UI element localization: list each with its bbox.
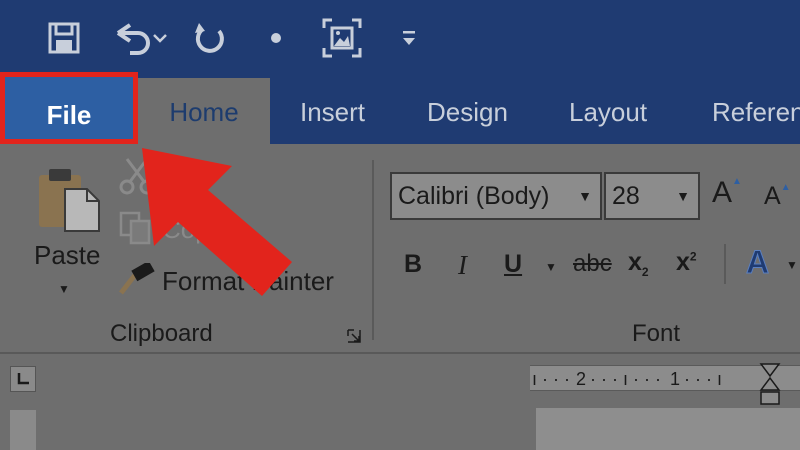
vertical-ruler[interactable]	[10, 410, 36, 450]
indent-marker-icon[interactable]	[758, 362, 782, 408]
subscript-mark: 2	[641, 265, 649, 279]
ruler-label: 1	[670, 369, 681, 389]
dialog-launcher-icon[interactable]	[344, 326, 364, 346]
subscript-button[interactable]: x2	[628, 248, 649, 279]
scissors-icon[interactable]	[118, 156, 156, 196]
grow-font-button[interactable]: A▲	[712, 176, 742, 210]
tab-design[interactable]: Design	[427, 82, 508, 142]
clipboard-group-label: Clipboard	[110, 320, 213, 347]
format-painter-icon[interactable]	[116, 262, 156, 298]
subscript-letter: x	[628, 248, 642, 276]
tab-selector-icon[interactable]	[10, 366, 36, 392]
group-separator	[372, 160, 374, 340]
tab-insert[interactable]: Insert	[300, 82, 365, 142]
customize-icon[interactable]	[398, 26, 420, 50]
ruler-dots: ı · · ·	[532, 369, 570, 389]
chevron-down-icon: ▼	[578, 188, 592, 204]
tab-references[interactable]: Referen	[712, 82, 800, 142]
font-size-value: 28	[612, 182, 640, 210]
tab-file[interactable]: File	[0, 72, 138, 144]
superscript-mark: 2	[689, 249, 697, 264]
ruler-dots: · · · ı · · ·	[590, 369, 661, 389]
format-painter-button[interactable]: Format Painter	[162, 266, 334, 297]
paste-icon[interactable]	[34, 164, 104, 234]
shrink-font-letter: A	[764, 182, 781, 210]
font-name-select[interactable]: Calibri (Body) ▼	[390, 172, 602, 220]
ruler-label: 2	[576, 369, 587, 389]
copy-button[interactable]: Copy	[162, 214, 223, 245]
caret-down-icon: ▲	[780, 182, 791, 193]
paste-dropdown-icon[interactable]: ▼	[58, 282, 70, 296]
font-row-separator	[724, 244, 726, 284]
font-size-select[interactable]: 28 ▼	[604, 172, 700, 220]
text-effects-button[interactable]: A	[745, 244, 769, 281]
chevron-down-icon: ▼	[676, 188, 690, 204]
redo-icon[interactable]	[190, 18, 230, 58]
bold-button[interactable]: B	[404, 250, 422, 279]
tab-layout[interactable]: Layout	[569, 82, 647, 142]
underline-button[interactable]: U	[504, 250, 522, 279]
paste-label[interactable]: Paste	[34, 240, 101, 271]
superscript-button[interactable]: x2	[676, 248, 697, 277]
copy-icon[interactable]	[118, 210, 154, 246]
undo-icon[interactable]	[110, 18, 170, 58]
underline-dropdown-icon[interactable]: ▼	[545, 260, 557, 274]
dot-icon[interactable]	[266, 28, 286, 48]
shrink-font-button[interactable]: A▲	[764, 182, 791, 211]
strikethrough-button[interactable]: abc	[573, 250, 612, 278]
font-group-label: Font	[632, 320, 681, 347]
save-icon[interactable]	[44, 18, 84, 58]
grow-font-letter: A	[712, 176, 733, 209]
document-page[interactable]	[536, 408, 800, 450]
text-effects-dropdown-icon[interactable]: ▼	[786, 258, 798, 272]
italic-button[interactable]: I	[458, 250, 467, 281]
tab-home[interactable]: Home	[138, 78, 270, 144]
select-frame-icon[interactable]	[320, 16, 364, 60]
ruler-dots: · · · ı	[684, 369, 722, 389]
caret-up-icon: ▲	[732, 176, 742, 187]
superscript-letter: x	[676, 248, 690, 276]
font-name-value: Calibri (Body)	[398, 182, 550, 210]
